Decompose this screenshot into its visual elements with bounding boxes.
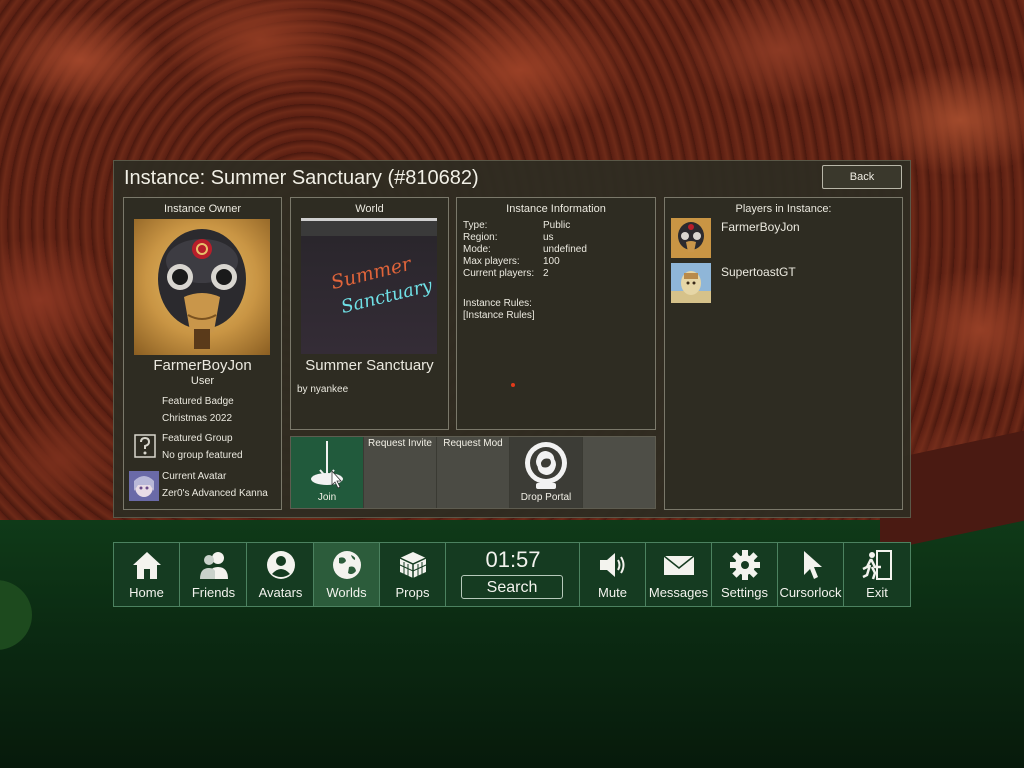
info-row-region: Region: us — [463, 232, 587, 244]
players-in-instance-card: Players in Instance: FarmerBoyJon Supert… — [664, 197, 903, 510]
dock-exit-label: Exit — [866, 585, 888, 600]
portal-icon — [525, 442, 567, 489]
dock-avatars-label: Avatars — [258, 585, 303, 600]
request-invite-button[interactable]: Request Invite — [364, 437, 436, 508]
main-menu-dock: Home Friends Avatars Worlds Props 01:57 … — [113, 542, 911, 607]
clock-search-block: 01:57 Search — [447, 543, 580, 606]
request-mod-button[interactable]: Request Mod — [437, 437, 509, 508]
info-key: Max players: — [463, 256, 520, 267]
back-button[interactable]: Back — [822, 165, 902, 189]
dock-settings-label: Settings — [721, 585, 768, 600]
owner-card-header: Instance Owner — [163, 203, 242, 215]
cube-icon — [399, 552, 427, 578]
info-key: Type: — [463, 220, 488, 231]
instance-owner-card[interactable]: Instance Owner FarmerBoyJon User Feature… — [123, 197, 282, 510]
dock-friends-button[interactable]: Friends — [181, 543, 247, 606]
empty-action-slot — [583, 437, 655, 508]
info-key: Current players: — [463, 268, 535, 279]
dock-cursorlock-button[interactable]: Cursorlock — [778, 543, 844, 606]
player-avatar — [671, 218, 711, 258]
world-thumbnail[interactable]: Summer Sanctuary — [301, 218, 437, 354]
instance-info-table: Type: Public Region: us Mode: undefined … — [463, 220, 587, 280]
player-name: FarmerBoyJon — [721, 220, 800, 234]
dock-worlds-label: Worlds — [326, 585, 367, 600]
featured-badge-label: Featured Badge — [162, 396, 234, 407]
instance-panel: Instance: Summer Sanctuary (#810682) Bac… — [113, 160, 911, 518]
red-dot-marker — [511, 383, 515, 387]
current-avatar-label: Current Avatar — [162, 471, 227, 482]
info-card-header: Instance Information — [506, 203, 606, 215]
world-card[interactable]: World Summer Sanctuary Summer Sanctuary … — [290, 197, 449, 430]
dock-mute-button[interactable]: Mute — [580, 543, 646, 606]
owner-role: User — [190, 375, 215, 387]
globe-icon — [333, 551, 361, 579]
current-avatar-value: Zer0's Advanced Kanna — [162, 488, 268, 499]
info-value: undefined — [543, 244, 587, 255]
featured-group-label: Featured Group — [162, 433, 233, 444]
players-card-header: Players in Instance: — [735, 203, 832, 215]
dock-messages-label: Messages — [648, 585, 709, 600]
featured-badge-value: Christmas 2022 — [162, 413, 233, 424]
speaker-icon — [600, 553, 625, 577]
info-value: 2 — [543, 268, 549, 279]
dock-home-button[interactable]: Home — [114, 543, 180, 606]
world-name: Summer Sanctuary — [305, 357, 434, 374]
info-value: 100 — [543, 256, 560, 267]
dock-worlds-button[interactable]: Worlds — [314, 543, 380, 606]
gear-icon — [730, 550, 760, 580]
exit-icon — [862, 550, 892, 580]
friends-icon — [200, 552, 228, 579]
instance-information-card: Instance Information Type: Public Region… — [456, 197, 656, 430]
player-avatar — [671, 263, 711, 303]
request-mod-label: Request Mod — [443, 438, 503, 449]
info-value: us — [543, 232, 554, 243]
world-card-header: World — [355, 203, 384, 215]
dock-friends-label: Friends — [191, 585, 236, 600]
cursor-icon — [804, 551, 822, 579]
drop-portal-label: Drop Portal — [520, 492, 572, 503]
dock-avatars-button[interactable]: Avatars — [248, 543, 314, 606]
info-value: Public — [543, 220, 571, 231]
join-button[interactable]: Join — [291, 437, 363, 508]
info-key: Mode: — [463, 244, 491, 255]
info-row-type: Type: Public — [463, 220, 587, 232]
info-row-mode: Mode: undefined — [463, 244, 587, 256]
info-key: Region: — [463, 232, 498, 243]
instance-rules-value: [Instance Rules] — [463, 310, 535, 321]
owner-profile-picture[interactable] — [134, 219, 270, 355]
player-row[interactable]: SupertoastGT — [671, 263, 895, 303]
dock-props-button[interactable]: Props — [380, 543, 446, 606]
home-icon — [133, 552, 161, 579]
drop-portal-button[interactable]: Drop Portal — [510, 437, 582, 508]
avatars-icon — [267, 551, 295, 579]
current-avatar-thumbnail[interactable] — [129, 471, 159, 501]
dock-exit-button[interactable]: Exit — [844, 543, 910, 606]
info-row-max-players: Max players: 100 — [463, 256, 587, 268]
player-row[interactable]: FarmerBoyJon — [671, 218, 895, 258]
instance-action-bar: Join Request Invite Request Mod Drop Por… — [290, 436, 656, 509]
join-icon — [311, 441, 343, 489]
search-button[interactable]: Search — [461, 575, 563, 599]
clock-time: 01:57 — [485, 547, 541, 572]
dock-settings-button[interactable]: Settings — [712, 543, 778, 606]
join-label: Join — [317, 492, 337, 503]
player-name: SupertoastGT — [721, 265, 796, 279]
owner-name: FarmerBoyJon — [153, 357, 252, 374]
instance-rules-label: Instance Rules: — [463, 298, 532, 309]
info-row-current-players: Current players: 2 — [463, 268, 587, 280]
dock-home-label: Home — [129, 585, 164, 600]
dock-mute-label: Mute — [598, 585, 627, 600]
dock-cursorlock-label: Cursorlock — [779, 585, 842, 600]
question-mark-icon — [134, 434, 156, 458]
dock-props-label: Props — [395, 585, 430, 600]
dock-messages-button[interactable]: Messages — [646, 543, 712, 606]
featured-group-value: No group featured — [162, 450, 243, 461]
request-invite-label: Request Invite — [368, 438, 432, 449]
panel-title: Instance: Summer Sanctuary (#810682) — [124, 167, 479, 189]
envelope-icon — [663, 555, 695, 575]
instance-rules: Instance Rules: [Instance Rules] — [463, 298, 535, 322]
world-author: by nyankee — [297, 384, 349, 395]
